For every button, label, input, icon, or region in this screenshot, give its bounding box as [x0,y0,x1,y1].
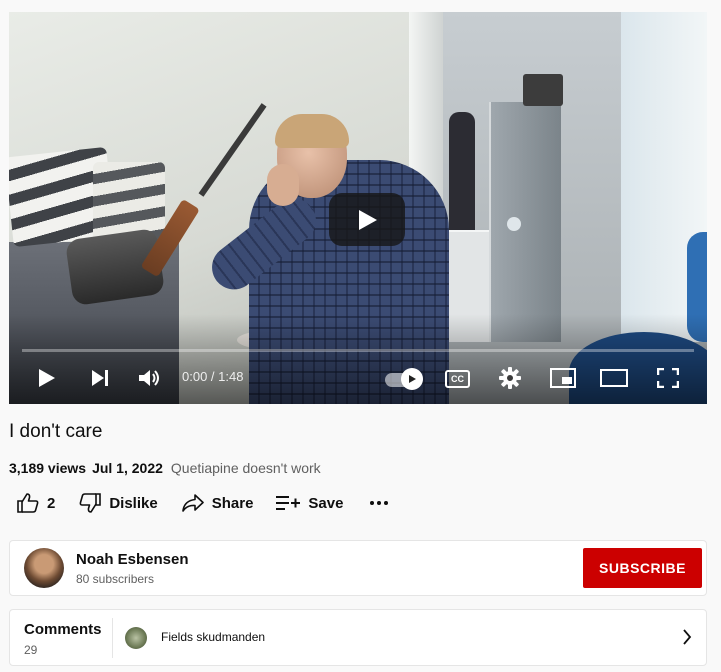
more-actions-button[interactable] [369,500,389,506]
comment-preview: Fields skudmanden [161,630,266,644]
fullscreen-icon [657,368,679,388]
dislike-button[interactable]: Dislike [79,493,158,513]
theater-mode-icon [600,369,628,387]
comments-card[interactable]: Comments 29 Fields skudmanden [9,609,707,666]
volume-icon [139,370,159,386]
save-label: Save [308,494,344,512]
channel-card[interactable]: Noah Esbensen 80 subscribers SUBSCRIBE [9,540,707,596]
settings-gear-icon [499,367,521,389]
share-button[interactable]: Share [181,494,254,512]
play-button[interactable] [33,364,61,392]
dislike-label: Dislike [109,494,158,512]
like-count: 2 [47,494,56,512]
video-player[interactable]: 0:00 / 1:48 CC [9,12,707,404]
add-to-playlist-icon [276,496,301,510]
channel-avatar[interactable] [24,548,64,588]
view-count: 3,189 views [9,460,87,476]
miniplayer-button[interactable] [548,364,578,392]
save-button[interactable]: Save [276,495,343,512]
commenter-avatar [125,627,147,649]
next-icon [92,370,108,386]
center-play-button[interactable] [329,193,405,246]
autoplay-toggle-icon[interactable] [401,368,423,390]
play-icon [39,369,55,387]
chevron-right-icon[interactable] [682,629,692,650]
captions-button[interactable]: CC [445,370,470,388]
miniplayer-icon [550,368,576,388]
time-display: 0:00 / 1:48 [182,369,244,384]
like-button[interactable]: 2 [17,493,55,513]
thumbs-up-icon [17,493,39,513]
channel-name[interactable]: Noah Esbensen [76,551,189,568]
share-icon [181,494,204,512]
comments-divider [112,618,113,658]
upload-date: Jul 1, 2022 [92,460,163,476]
subscriber-count: 80 subscribers [76,572,155,586]
action-bar: 2 Dislike Share Save [9,488,389,518]
comments-label: Comments [24,621,102,638]
subscribe-button[interactable]: SUBSCRIBE [583,548,702,588]
description-snippet: Quetiapine doesn't work [170,460,321,476]
play-icon [359,210,377,230]
share-label: Share [211,494,254,512]
video-meta[interactable]: 3,189 views Jul 1, 2022 Quetiapine doesn… [9,460,321,476]
theater-mode-button[interactable] [599,364,629,392]
fullscreen-button[interactable] [653,364,683,392]
video-title: I don't care [9,421,103,442]
thumbs-down-icon [79,493,102,513]
settings-button[interactable] [496,364,524,392]
more-horizontal-icon [370,501,389,505]
next-button[interactable] [86,364,114,392]
volume-button[interactable] [135,364,165,392]
progress-bar[interactable] [22,349,694,352]
comments-count: 29 [24,643,38,657]
